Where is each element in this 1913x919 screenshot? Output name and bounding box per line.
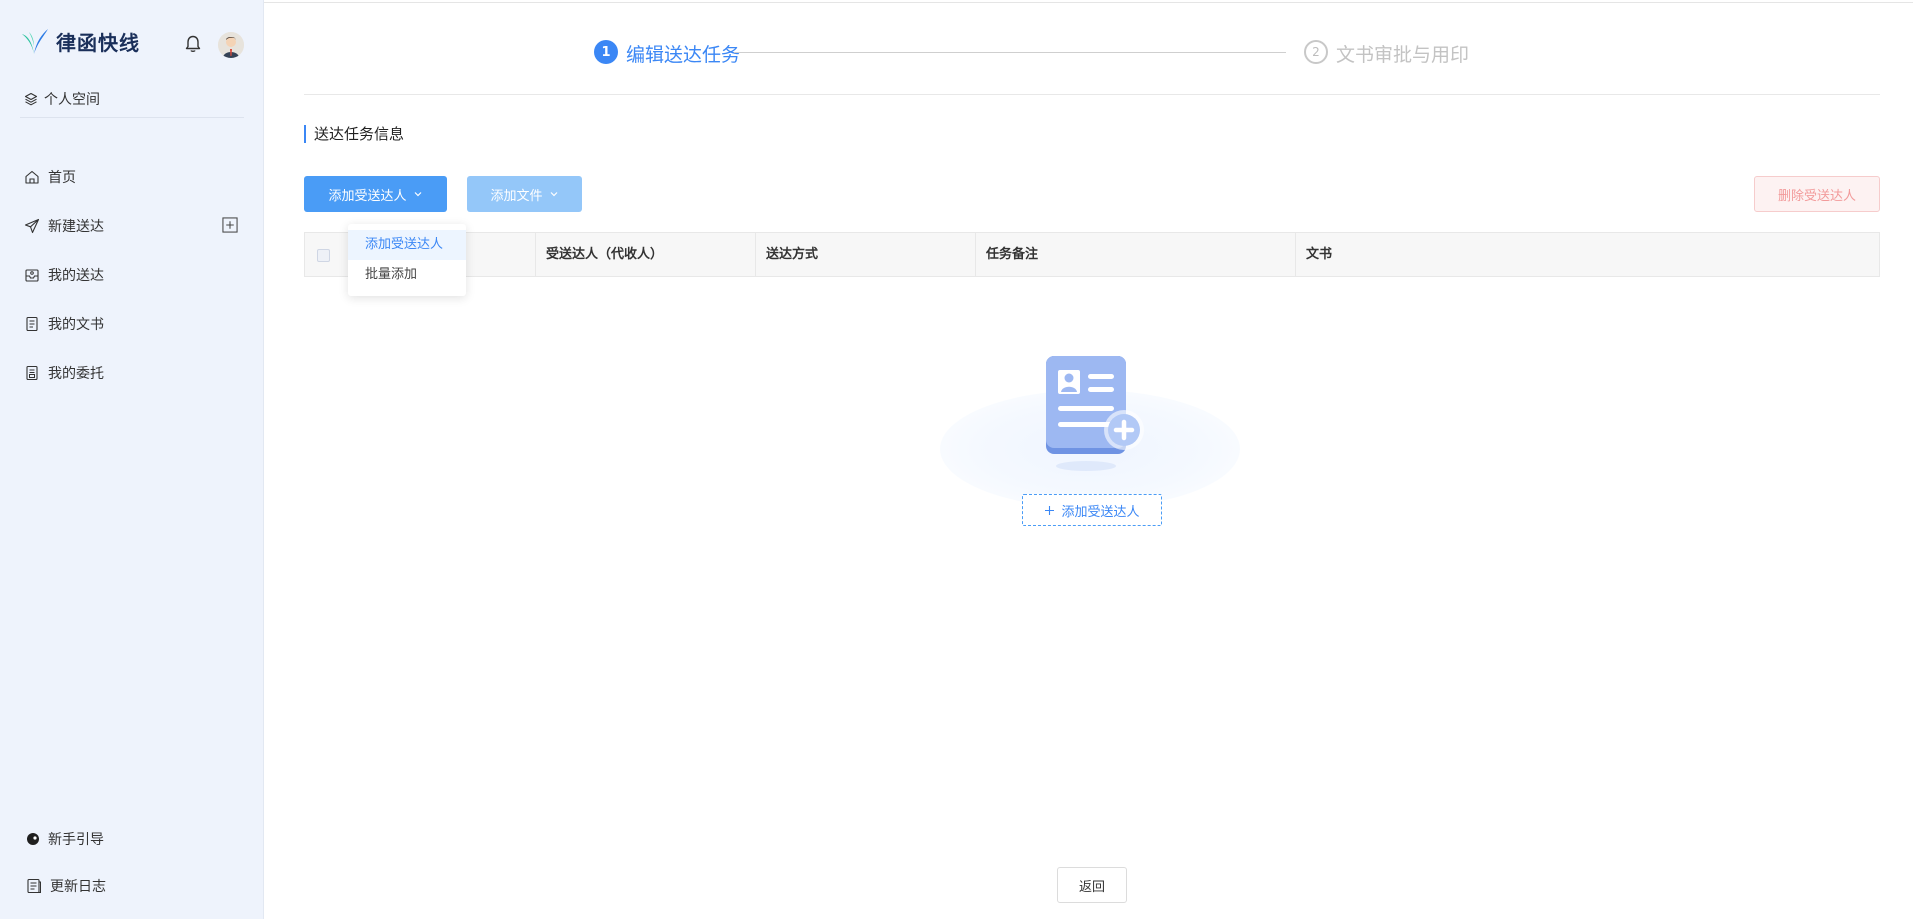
personal-space-label: 个人空间 [44, 92, 100, 108]
chevron-down-icon [414, 192, 421, 197]
step-1-label: 编辑送达任务 [626, 44, 741, 66]
document-icon [26, 316, 38, 331]
sidebar-item-label: 首页 [48, 169, 76, 186]
add-file-button[interactable]: 添加文件 [467, 176, 582, 212]
section-title: 送达任务信息 [304, 125, 404, 143]
sidebar: 律函快线 个人空间 首页 新建送达 我的送达 我的文书 我的委托 新手引导 更新… [0, 0, 264, 919]
back-button[interactable]: 返回 [1057, 867, 1127, 903]
sidebar-item-my-documents[interactable]: 我的文书 [0, 299, 264, 348]
layers-icon [24, 92, 38, 106]
sidebar-item-label: 我的文书 [48, 316, 104, 333]
delegation-icon [26, 365, 38, 380]
empty-add-recipient-label: 添加受送达人 [1061, 504, 1140, 520]
column-delivery-method: 送达方式 [756, 233, 976, 276]
step-2-number: 2 [1304, 40, 1328, 64]
step-2-label: 文书审批与用印 [1336, 44, 1470, 66]
add-recipient-button[interactable]: 添加受送达人 [304, 176, 447, 212]
sidebar-guide-label: 新手引导 [48, 832, 104, 848]
add-file-label: 添加文件 [490, 188, 543, 204]
bell-icon[interactable] [183, 34, 203, 54]
sidebar-item-label: 新建送达 [48, 218, 104, 235]
step-connector [734, 52, 1286, 53]
add-recipient-label: 添加受送达人 [328, 188, 407, 204]
sidebar-divider [20, 117, 244, 118]
personal-space-switch[interactable]: 个人空间 [24, 89, 100, 109]
sidebar-guide[interactable]: 新手引导 [26, 829, 104, 849]
sidebar-item-label: 我的送达 [48, 267, 104, 284]
brand-name: 律函快线 [56, 30, 140, 55]
dropdown-item-add-recipient[interactable]: 添加受送达人 [348, 230, 466, 260]
changelog-icon [27, 878, 41, 894]
column-documents: 文书 [1306, 247, 1333, 262]
sidebar-item-label: 我的委托 [48, 365, 104, 382]
user-avatar-icon [218, 32, 244, 58]
sidebar-item-new-delivery[interactable]: 新建送达 [0, 201, 264, 250]
avatar[interactable] [218, 32, 244, 58]
plus-icon [1045, 505, 1055, 515]
step-indicator: 1 编辑送达任务 2 文书审批与用印 [594, 38, 1474, 68]
sidebar-changelog-label: 更新日志 [50, 879, 106, 895]
plus-square-icon[interactable] [222, 217, 238, 233]
empty-document-icon [1046, 356, 1144, 471]
empty-add-recipient-button[interactable]: 添加受送达人 [1022, 494, 1162, 526]
brand-logo[interactable]: 律函快线 [20, 26, 140, 56]
logo-icon [22, 29, 48, 54]
inbox-icon [25, 268, 39, 282]
add-recipient-dropdown: 添加受送达人 批量添加 [348, 224, 466, 296]
column-recipient: 受送达人（代收人） [536, 233, 756, 276]
sidebar-item-my-delegations[interactable]: 我的委托 [0, 348, 264, 397]
step-1-number: 1 [594, 40, 618, 64]
select-all-checkbox[interactable] [317, 249, 330, 262]
sidebar-item-home[interactable]: 首页 [0, 152, 264, 201]
send-icon [24, 218, 40, 233]
chevron-down-icon [550, 192, 557, 197]
sidebar-changelog[interactable]: 更新日志 [26, 876, 106, 896]
recipients-table-header: 受送达人（代收人） 送达方式 任务备注 文书 [304, 232, 1880, 277]
sidebar-nav: 首页 新建送达 我的送达 我的文书 我的委托 [0, 152, 264, 397]
steps-divider [304, 94, 1880, 95]
home-icon [25, 170, 39, 184]
dropdown-item-batch-add[interactable]: 批量添加 [348, 260, 466, 290]
sidebar-item-my-deliveries[interactable]: 我的送达 [0, 250, 264, 299]
column-task-notes: 任务备注 [976, 233, 1296, 276]
top-border [264, 2, 1913, 3]
guide-icon [27, 833, 39, 845]
delete-recipient-button[interactable]: 删除受送达人 [1754, 176, 1880, 212]
